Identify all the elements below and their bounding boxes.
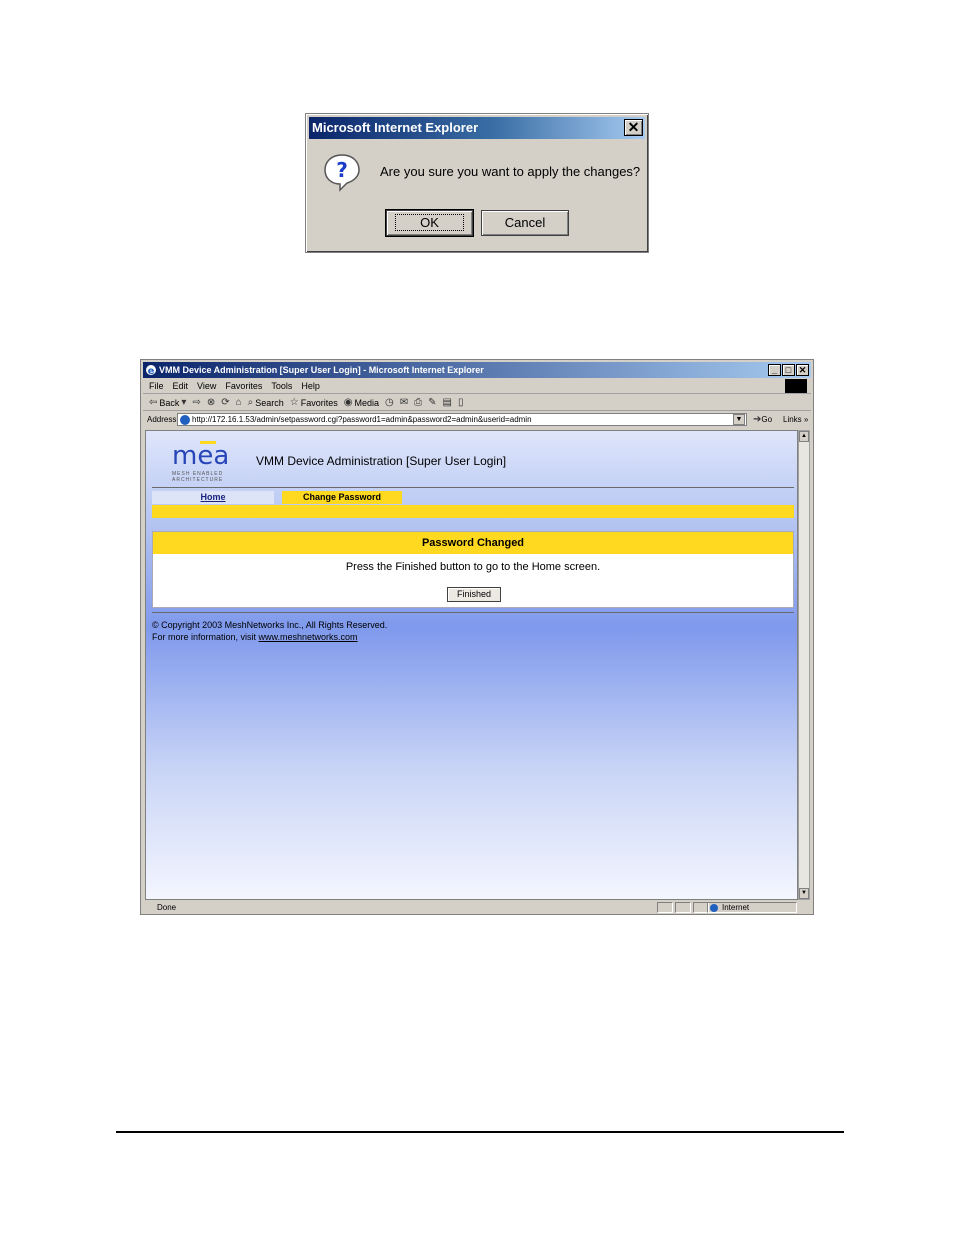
minimize-button[interactable]: _ xyxy=(768,364,781,376)
scroll-up-icon[interactable]: ▲ xyxy=(799,431,809,442)
ie-logo-icon: e xyxy=(146,365,156,376)
page-bottom-rule xyxy=(116,1131,844,1133)
back-button[interactable]: ⇦ Back ▾ xyxy=(149,397,186,408)
ok-button[interactable]: OK xyxy=(385,209,474,237)
media-button[interactable]: ◉ Media xyxy=(344,397,379,408)
search-button[interactable]: ⌕ Search xyxy=(248,397,284,408)
page-viewport: mea MESH ENABLED ARCHITECTURE VMM Device… xyxy=(145,430,798,900)
go-button[interactable]: ➔Go xyxy=(753,412,772,428)
address-url: http://172.16.1.53/admin/setpassword.cgi… xyxy=(192,415,532,424)
toolbar: ⇦ Back ▾ ⇨ ⊗ ⟳ ⌂ ⌕ Search ☆ Favorites ◉ Media… xyxy=(143,395,811,411)
status-bar: Done Internet xyxy=(143,901,811,914)
address-label: Address xyxy=(147,415,177,424)
header-divider xyxy=(152,487,794,488)
go-label: Go xyxy=(761,415,773,424)
finished-button[interactable]: Finished xyxy=(447,587,501,602)
result-panel: Password Changed Press the Finished butt… xyxy=(152,531,794,608)
window-controls: _ □ ✕ xyxy=(768,364,809,376)
svg-text:e: e xyxy=(148,366,155,376)
security-zone: Internet xyxy=(707,902,797,913)
menu-view[interactable]: View xyxy=(197,379,216,393)
logo-text: mea xyxy=(172,441,230,471)
refresh-button[interactable]: ⟳ xyxy=(221,397,229,408)
media-icon: ◉ xyxy=(343,397,353,408)
windows-logo-icon xyxy=(785,379,807,393)
tab-home[interactable]: Home xyxy=(152,491,274,504)
ok-button-label: OK xyxy=(395,214,464,231)
messenger-icon[interactable]: ▯ xyxy=(458,397,464,408)
edit-icon[interactable]: ✎ xyxy=(428,397,436,408)
address-dropdown-button[interactable]: ▼ xyxy=(733,414,745,425)
page-icon xyxy=(180,415,190,425)
browser-window: e VMM Device Administration [Super User … xyxy=(140,359,814,915)
dialog-close-button[interactable]: ✕ xyxy=(624,119,643,136)
scroll-down-icon[interactable]: ▼ xyxy=(799,888,809,899)
confirm-dialog: Microsoft Internet Explorer ✕ ? Are you … xyxy=(305,113,649,253)
print-icon[interactable]: ⎙ xyxy=(414,397,422,408)
menu-file[interactable]: File xyxy=(149,379,164,393)
status-text: Done xyxy=(157,903,177,912)
globe-icon xyxy=(710,904,718,912)
more-info-prefix: For more information, visit xyxy=(152,632,259,642)
close-window-button[interactable]: ✕ xyxy=(796,364,809,376)
cancel-button[interactable]: Cancel xyxy=(481,210,569,236)
dialog-message: Are you sure you want to apply the chang… xyxy=(380,164,641,179)
vertical-scrollbar[interactable]: ▲ ▼ xyxy=(798,430,810,900)
history-icon[interactable]: ◷ xyxy=(385,397,394,408)
panel-message: Press the Finished button to go to the H… xyxy=(345,561,601,573)
browser-title: VMM Device Administration [Super User Lo… xyxy=(159,365,484,375)
tab-strip xyxy=(152,505,794,518)
question-icon: ? xyxy=(322,152,362,192)
mail-icon[interactable]: ✉ xyxy=(400,397,408,408)
home-icon[interactable]: ⌂ xyxy=(236,397,242,408)
dropdown-arrow-icon: ▾ xyxy=(181,397,187,408)
panel-heading: Password Changed xyxy=(153,532,793,554)
dialog-title: Microsoft Internet Explorer xyxy=(309,117,645,139)
favorites-label: Favorites xyxy=(300,397,338,408)
copyright-text: © Copyright 2003 MeshNetworks Inc., All … xyxy=(152,620,388,630)
svg-text:?: ? xyxy=(336,158,348,182)
tab-bar: Home Change Password xyxy=(152,491,794,519)
search-icon: ⌕ xyxy=(247,397,254,408)
links-label: Links xyxy=(783,415,802,424)
links-button[interactable]: Links » xyxy=(783,412,808,428)
address-bar: Address http://172.16.1.53/admin/setpass… xyxy=(143,412,811,428)
browser-title-bar: e VMM Device Administration [Super User … xyxy=(143,362,811,378)
menu-bar: File Edit View Favorites Tools Help xyxy=(143,379,811,394)
search-label: Search xyxy=(255,397,284,408)
menu-help[interactable]: Help xyxy=(301,379,320,393)
logo-subtext-2: ARCHITECTURE xyxy=(172,477,224,483)
discuss-icon[interactable]: ▤ xyxy=(443,397,452,408)
back-label: Back xyxy=(159,397,180,408)
status-cells xyxy=(657,902,709,913)
footer: © Copyright 2003 MeshNetworks Inc., All … xyxy=(152,619,387,643)
tab-change-password[interactable]: Change Password xyxy=(282,491,402,504)
favorites-button[interactable]: ☆ Favorites xyxy=(290,397,338,408)
footer-divider xyxy=(152,612,794,613)
mea-logo: mea MESH ENABLED ARCHITECTURE xyxy=(172,441,244,483)
zone-text: Internet xyxy=(722,903,750,912)
meshnetworks-link[interactable]: www.meshnetworks.com xyxy=(259,632,358,642)
address-input[interactable]: http://172.16.1.53/admin/setpassword.cgi… xyxy=(177,413,747,426)
stop-button[interactable]: ⊗ xyxy=(207,397,215,408)
star-icon: ☆ xyxy=(289,397,299,408)
menu-tools[interactable]: Tools xyxy=(271,379,292,393)
maximize-button[interactable]: □ xyxy=(782,364,795,376)
back-arrow-icon: ⇦ xyxy=(149,397,158,408)
menu-edit[interactable]: Edit xyxy=(173,379,189,393)
menu-favorites[interactable]: Favorites xyxy=(225,379,262,393)
media-label: Media xyxy=(354,397,380,408)
forward-button[interactable]: ⇨ xyxy=(192,397,200,408)
more-info-line: For more information, visit www.meshnetw… xyxy=(152,631,387,643)
page-title: VMM Device Administration [Super User Lo… xyxy=(256,454,507,468)
